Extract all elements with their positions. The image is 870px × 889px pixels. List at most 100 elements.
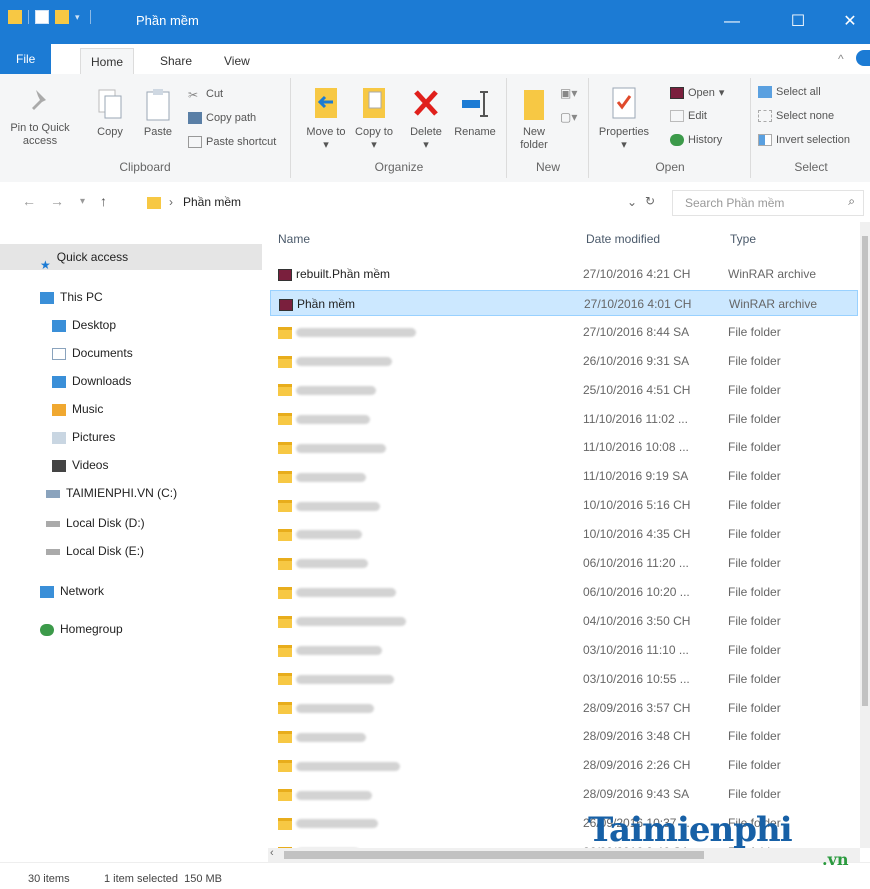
tab-view[interactable]: View [214, 50, 260, 72]
new-folder-button[interactable]: New folder [514, 84, 554, 152]
address-bar[interactable]: › Phần mềm ⌄ ↻ [136, 190, 665, 216]
nav-network[interactable]: Network [0, 578, 262, 604]
tab-file[interactable]: File [0, 44, 52, 74]
table-row[interactable]: 25/10/2016 4:51 CH File folder [270, 377, 858, 403]
table-row[interactable]: 28/09/2016 9:43 SA File folder [270, 781, 858, 807]
minimize-button[interactable]: — [712, 8, 752, 36]
file-date: 28/09/2016 3:57 CH [583, 700, 691, 715]
copy-icon [98, 89, 122, 119]
invert-selection-button[interactable]: Invert selection [758, 134, 850, 146]
table-row[interactable]: 11/10/2016 11:02 ... File folder [270, 406, 858, 432]
drive-icon [46, 548, 60, 555]
file-type: WinRAR archive [728, 267, 817, 281]
nav-music[interactable]: Music [0, 396, 262, 422]
move-to-button[interactable]: Move to ▾ [306, 84, 346, 152]
table-row[interactable]: 04/10/2016 3:50 CH File folder [270, 608, 858, 634]
file-date: 11/10/2016 10:08 ... [583, 440, 689, 455]
file-name [278, 325, 416, 339]
recent-locations-icon[interactable]: ▾ [80, 196, 85, 207]
table-row[interactable]: 28/09/2016 3:57 CH File folder [270, 695, 858, 721]
scrollbar-thumb[interactable] [862, 236, 868, 706]
properties-icon[interactable] [35, 10, 49, 24]
music-icon [52, 403, 66, 416]
select-all-button[interactable]: Select all [758, 86, 821, 98]
paste-button[interactable]: Paste [138, 88, 178, 139]
table-row[interactable]: 28/09/2016 2:26 CH File folder [270, 752, 858, 778]
file-date: 26/10/2016 9:31 SA [583, 353, 690, 368]
cut-label: Cut [206, 88, 224, 100]
window-title: Phần mềm [136, 13, 199, 28]
homegroup-icon [40, 623, 54, 636]
column-header-name[interactable]: Name [278, 232, 310, 246]
table-row[interactable]: 26/10/2016 9:31 SA File folder [270, 348, 858, 374]
nav-downloads[interactable]: Downloads [0, 368, 262, 394]
table-row[interactable]: rebuilt.Phần mềm 27/10/2016 4:21 CH WinRAR… [270, 261, 858, 287]
table-row[interactable]: 11/10/2016 9:19 SA File folder [270, 463, 858, 489]
vertical-scrollbar[interactable] [860, 222, 870, 848]
nav-drive-d[interactable]: Local Disk (D:) [0, 510, 262, 536]
table-row[interactable]: 06/10/2016 11:20 ... File folder [270, 550, 858, 576]
nav-desktop[interactable]: Desktop [0, 312, 262, 338]
copy-to-button[interactable]: Copy to ▾ [354, 84, 394, 152]
rename-button[interactable]: Rename [452, 84, 498, 139]
close-button[interactable]: ✕ [830, 8, 870, 36]
nav-drive-c[interactable]: TAIMIENPHI.VN (C:) [0, 480, 262, 506]
nav-drive-e[interactable]: Local Disk (E:) [0, 538, 262, 564]
forward-icon[interactable]: → [50, 193, 64, 209]
paste-shortcut-icon [188, 136, 202, 148]
new-item-icon[interactable]: ▣▾ [560, 86, 577, 100]
horizontal-scrollbar[interactable]: ‹ [268, 847, 860, 862]
copy-path-button[interactable]: Copy path [188, 112, 256, 124]
chevron-up-icon[interactable]: ^ [838, 52, 844, 66]
table-row[interactable]: 10/10/2016 4:35 CH File folder [270, 521, 858, 547]
paste-shortcut-button[interactable]: Paste shortcut [188, 136, 276, 148]
tab-share[interactable]: Share [150, 50, 202, 72]
nav-documents[interactable]: Documents [0, 340, 262, 366]
nav-quick-access[interactable]: ★ Quick access [0, 244, 262, 272]
nav-this-pc[interactable]: This PC [0, 284, 262, 310]
nav-homegroup[interactable]: Homegroup [0, 616, 262, 642]
organize-group: Move to ▾ Copy to ▾ Delete ▾ Rename Orga… [292, 78, 507, 178]
scroll-left-icon[interactable]: ‹ [270, 847, 274, 859]
folder-icon [278, 731, 292, 744]
table-row[interactable]: 03/10/2016 11:10 ... File folder [270, 637, 858, 663]
chevron-down-icon[interactable]: ⌄ [627, 195, 637, 209]
nav-pictures[interactable]: Pictures [0, 424, 262, 450]
back-icon[interactable]: ← [22, 193, 36, 209]
maximize-button[interactable]: ☐ [778, 8, 818, 36]
new-folder-icon[interactable] [55, 10, 69, 24]
properties-button[interactable]: Properties ▾ [594, 84, 654, 152]
star-icon: ★ [40, 257, 51, 272]
delete-button[interactable]: Delete ▾ [404, 84, 448, 152]
copy-button[interactable]: Copy [90, 88, 130, 139]
open-button[interactable]: Open ▾ [670, 86, 724, 99]
history-button[interactable]: History [670, 134, 722, 146]
pin-to-quick-access-button[interactable]: Pin to Quick access [10, 88, 70, 148]
table-row[interactable]: 10/10/2016 5:16 CH File folder [270, 492, 858, 518]
folder-icon [278, 615, 292, 628]
breadcrumb[interactable]: Phần mềm [183, 195, 241, 209]
refresh-icon[interactable]: ↻ [645, 194, 655, 208]
column-header-date[interactable]: Date modified [586, 232, 660, 246]
table-row[interactable]: 27/10/2016 8:44 SA File folder [270, 319, 858, 345]
table-row[interactable]: Phần mềm 27/10/2016 4:01 CH WinRAR archive [270, 289, 858, 316]
minimize-icon: — [724, 13, 740, 30]
search-input[interactable]: Search Phần mềm ⌕ [672, 190, 864, 216]
column-header-type[interactable]: Type [730, 232, 756, 246]
edit-button[interactable]: Edit [670, 110, 707, 122]
tab-home[interactable]: Home [80, 48, 135, 75]
table-row[interactable]: 03/10/2016 10:55 ... File folder [270, 666, 858, 692]
select-none-button[interactable]: Select none [758, 110, 834, 122]
select-all-icon [758, 86, 772, 98]
table-row[interactable]: 28/09/2016 3:48 CH File folder [270, 723, 858, 749]
cut-button[interactable]: ✂ Cut [188, 88, 224, 102]
maximize-icon: ☐ [790, 13, 806, 30]
table-row[interactable]: 06/10/2016 10:20 ... File folder [270, 579, 858, 605]
scrollbar-thumb[interactable] [284, 851, 704, 859]
help-icon[interactable] [856, 50, 870, 66]
up-icon[interactable]: ↑ [100, 193, 107, 209]
nav-videos[interactable]: Videos [0, 452, 262, 478]
table-row[interactable]: 11/10/2016 10:08 ... File folder [270, 434, 858, 460]
chevron-down-icon[interactable]: ▾ [75, 12, 80, 23]
easy-access-icon[interactable]: ▢▾ [560, 110, 577, 124]
